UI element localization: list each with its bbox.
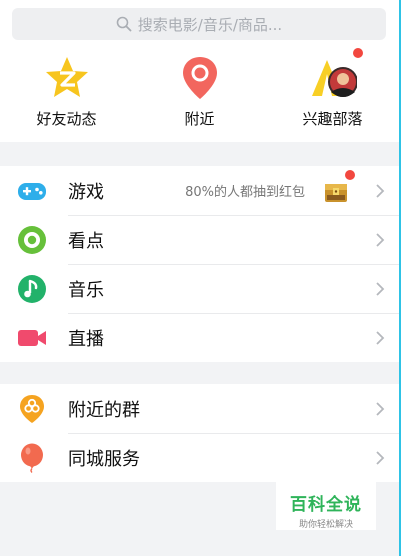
chevron-right-icon <box>376 282 385 296</box>
chevron-right-icon <box>376 184 385 198</box>
quick-interest-tribe-label: 兴趣部落 <box>302 110 363 128</box>
list-item-nearby-groups[interactable]: 附近的群 <box>0 384 399 433</box>
list-item-live[interactable]: 直播 <box>0 313 399 362</box>
quick-friends-feed[interactable]: 好友动态 <box>0 54 133 134</box>
list-item-music[interactable]: 音乐 <box>0 264 399 313</box>
treasure-chest-icon <box>325 184 347 202</box>
qzone-star-icon <box>43 54 91 102</box>
chevron-right-icon <box>376 233 385 247</box>
list-item-live-label: 直播 <box>68 328 104 350</box>
list-item-city-services[interactable]: 同城服务 <box>0 433 399 482</box>
search-icon <box>116 16 132 32</box>
list-item-nearby-groups-label: 附近的群 <box>68 399 140 421</box>
list-item-kandian[interactable]: 看点 <box>0 215 399 264</box>
quick-interest-tribe[interactable]: 兴趣部落 <box>266 48 399 134</box>
chevron-right-icon <box>376 331 385 345</box>
video-camera-icon <box>18 330 46 346</box>
chevron-right-icon <box>376 402 385 416</box>
location-pin-icon <box>176 54 224 102</box>
quick-friends-feed-label: 好友动态 <box>36 110 97 128</box>
tribe-tent-icon <box>309 48 363 102</box>
service-group-1: 游戏 80%的人都抽到红包 看点 音乐 直播 <box>0 166 399 362</box>
nearby-group-icon <box>20 395 44 423</box>
quick-nearby[interactable]: 附近 <box>133 54 266 134</box>
chevron-right-icon <box>376 451 385 465</box>
list-item-music-label: 音乐 <box>68 279 104 301</box>
list-item-games-label: 游戏 <box>68 181 104 203</box>
music-note-icon <box>18 275 46 303</box>
list-item-city-services-label: 同城服务 <box>68 448 140 470</box>
quick-nearby-label: 附近 <box>184 110 215 128</box>
watermark-subtitle: 助你轻松解决 <box>298 520 353 530</box>
list-item-games[interactable]: 游戏 80%的人都抽到红包 <box>0 166 399 215</box>
games-promo-text: 80%的人都抽到红包 <box>185 185 305 200</box>
list-item-kandian-label: 看点 <box>68 230 104 252</box>
games-badge <box>345 170 355 180</box>
gamepad-icon <box>18 183 46 200</box>
service-group-2: 附近的群 同城服务 <box>0 384 399 482</box>
search-placeholder: 搜索电影/音乐/商品... <box>137 15 283 34</box>
top-panel: 搜索电影/音乐/商品... 好友动态 附近 兴趣部落 <box>0 0 399 142</box>
watermark-title: 百科全说 <box>290 495 362 515</box>
watermark: 百科全说 助你轻松解决 <box>276 482 376 530</box>
search-bar[interactable]: 搜索电影/音乐/商品... <box>12 8 386 40</box>
tribe-badge <box>352 48 363 58</box>
eye-icon <box>18 226 46 254</box>
balloon-icon <box>21 443 43 473</box>
